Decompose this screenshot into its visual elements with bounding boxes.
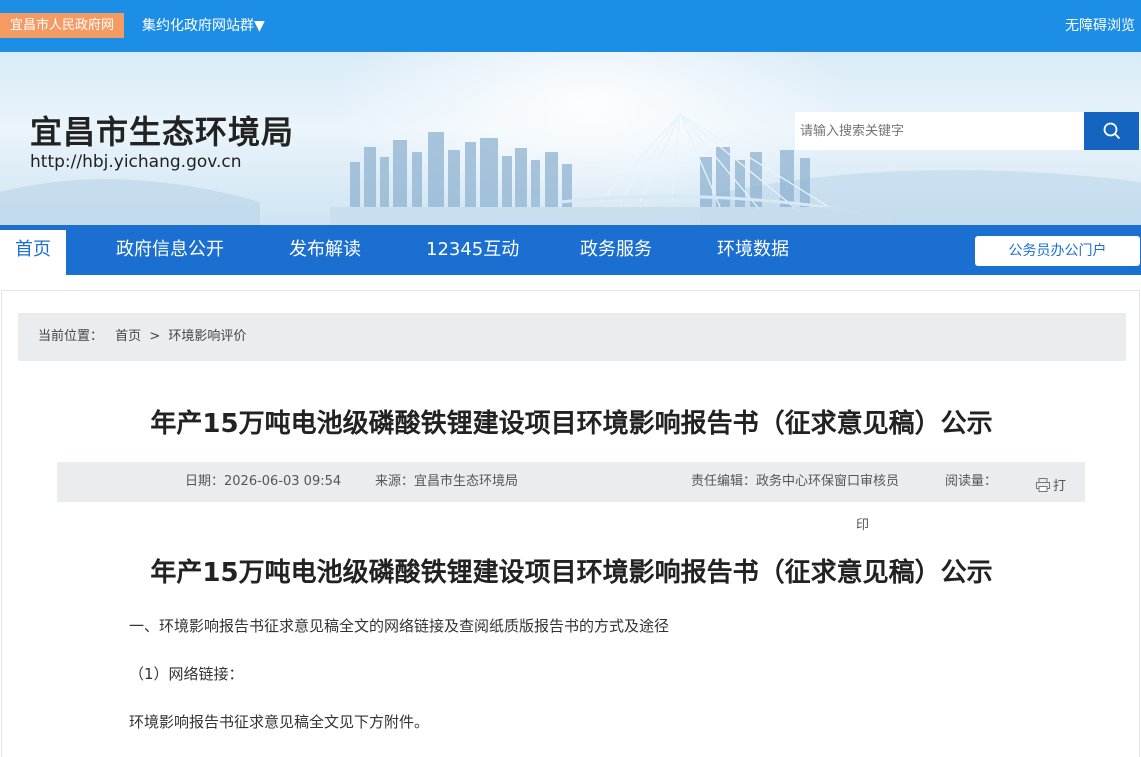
article-meta: 日期：2026-06-03 09:54 来源：宜昌市生态环境局 责任编辑：政务中… xyxy=(57,462,1085,502)
site-group-dropdown[interactable]: 集约化政府网站群▼ xyxy=(142,15,265,37)
content-panel: 当前位置： 首页 > 环境影响评价 年产15万吨电池级磷酸铁锂建设项目环境影响报… xyxy=(1,290,1140,757)
search-input[interactable] xyxy=(795,112,1085,150)
nav-env-data[interactable]: 环境数据 xyxy=(717,225,789,275)
meta-editor: 责任编辑：政务中心环保窗口审核员 xyxy=(691,474,900,489)
meta-source: 来源：宜昌市生态环境局 xyxy=(375,474,519,489)
nav-services[interactable]: 政务服务 xyxy=(580,225,652,275)
nav-12345[interactable]: 12345互动 xyxy=(426,225,519,275)
nav-home[interactable]: 首页 xyxy=(0,230,66,275)
breadcrumb-prefix: 当前位置： xyxy=(38,329,104,344)
breadcrumb-separator: > xyxy=(149,329,161,344)
printer-icon xyxy=(1036,477,1050,492)
site-name: 宜昌市生态环境局 xyxy=(30,113,295,151)
gov-portal-link[interactable]: 宜昌市人民政府网 xyxy=(0,13,125,38)
header-banner: 宜昌市生态环境局 http://hbj.yichang.gov.cn xyxy=(0,52,1141,225)
main-nav: 首页 政府信息公开 发布解读 12345互动 政务服务 环境数据 公务员办公门户 xyxy=(0,225,1141,275)
nav-gov-info[interactable]: 政府信息公开 xyxy=(116,225,224,275)
print-label-wrap[interactable]: 印 xyxy=(856,514,869,533)
article-body-title: 年产15万吨电池级磷酸铁锂建设项目环境影响报告书（征求意见稿）公示 xyxy=(150,558,993,588)
breadcrumb: 当前位置： 首页 > 环境影响评价 xyxy=(18,313,1126,361)
breadcrumb-home[interactable]: 首页 xyxy=(115,329,141,344)
meta-date: 日期：2026-06-03 09:54 xyxy=(185,474,342,489)
print-label[interactable]: 打 xyxy=(1053,475,1066,494)
article-paragraph: 一、环境影响报告书征求意见稿全文的网络链接及查阅纸质版报告书的方式及途径 xyxy=(129,617,670,635)
accessibility-link[interactable]: 无障碍浏览 xyxy=(1065,15,1135,37)
article-paragraph: （1）网络链接： xyxy=(129,665,244,683)
search-button[interactable] xyxy=(1084,112,1139,150)
article-paragraph: 环境影响报告书征求意见稿全文见下方附件。 xyxy=(129,713,430,731)
nav-release[interactable]: 发布解读 xyxy=(289,225,361,275)
print-button[interactable]: 打 xyxy=(1035,475,1066,494)
breadcrumb-current[interactable]: 环境影响评价 xyxy=(168,329,246,344)
civil-servant-portal-button[interactable]: 公务员办公门户 xyxy=(975,236,1140,266)
search-icon xyxy=(1103,122,1120,140)
meta-views: 阅读量： xyxy=(945,474,998,489)
top-bar: 宜昌市人民政府网 集约化政府网站群▼ 无障碍浏览 xyxy=(0,0,1141,52)
site-url: http://hbj.yichang.gov.cn xyxy=(30,152,242,172)
article-title: 年产15万吨电池级磷酸铁锂建设项目环境影响报告书（征求意见稿）公示 xyxy=(150,409,993,439)
